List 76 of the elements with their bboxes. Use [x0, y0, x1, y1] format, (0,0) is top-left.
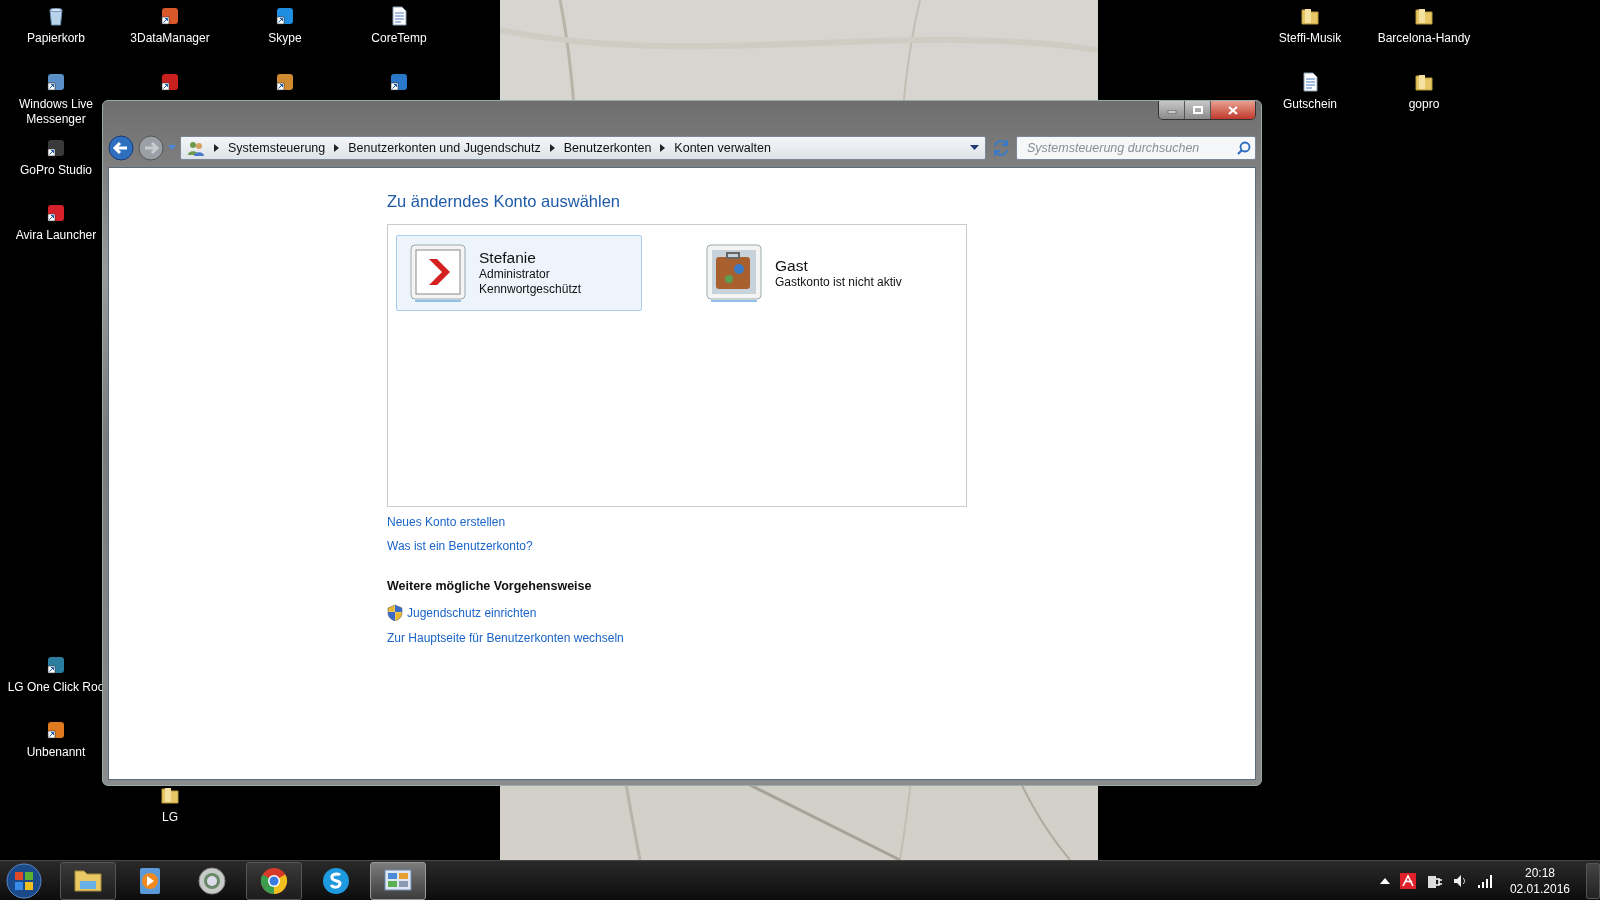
users-icon	[187, 140, 205, 156]
desktop-icon-label[interactable]: Barcelona-Handy	[1377, 31, 1471, 46]
back-button[interactable]	[108, 135, 134, 161]
taskbar-button[interactable]	[246, 861, 302, 900]
tray-expand-icon[interactable]	[1379, 877, 1390, 884]
breadcrumb-item[interactable]: Benutzerkonten und Jugendschutz	[348, 138, 541, 158]
breadcrumb-arrow-icon[interactable]	[549, 144, 555, 152]
shortcut-icon[interactable]	[389, 72, 409, 92]
account-tile[interactable]: Gast Gastkonto ist nicht aktiv	[692, 234, 938, 311]
desktop-icon-label[interactable]: Windows Live Messenger	[8, 97, 104, 127]
breadcrumb-item[interactable]: Systemsteuerung	[228, 138, 326, 158]
shortcut-icon[interactable]	[160, 6, 180, 26]
start-button[interactable]	[4, 861, 44, 900]
breadcrumb-arrow-icon[interactable]	[334, 144, 340, 152]
chevron-icon	[409, 242, 467, 303]
desktop-icon-label[interactable]: gopro	[1408, 97, 1440, 112]
desktop-icon-label[interactable]: Papierkorb	[27, 31, 85, 46]
taskbar-button[interactable]	[60, 861, 116, 900]
clock-time[interactable]: 20:18	[1509, 864, 1570, 881]
desktop-icon-label[interactable]: Avira Launcher	[15, 228, 97, 243]
document-icon[interactable]	[389, 6, 409, 26]
shield-icon	[387, 604, 403, 622]
page-heading: Zu änderndes Konto auswählen	[387, 192, 621, 212]
shortcut-icon[interactable]	[46, 203, 66, 223]
folder-icon[interactable]	[1414, 6, 1434, 26]
desktop-icon-label[interactable]: 3DataManager	[130, 31, 210, 46]
close-button[interactable]	[1211, 101, 1255, 119]
minimize-button[interactable]	[1159, 101, 1185, 119]
link[interactable]: Neues Konto erstellen	[387, 512, 506, 531]
folder-icon[interactable]	[1414, 72, 1434, 92]
document-icon[interactable]	[1300, 72, 1320, 92]
address-bar[interactable]: Systemsteuerung Benutzerkonten und Jugendschutz Benutzerkonten Konten verwalten	[180, 136, 986, 160]
recycle-bin-icon[interactable]	[46, 6, 66, 26]
account-detail: Administrator	[479, 267, 551, 283]
search-field[interactable]: Systemsteuerung durchsuchen	[1016, 136, 1256, 160]
link[interactable]: Zur Hauptseite für Benutzerkonten wechseln	[387, 628, 624, 647]
link[interactable]: Jugendschutz einrichten	[407, 603, 537, 622]
shortcut-icon[interactable]	[275, 72, 295, 92]
account-detail: Gastkonto ist nicht aktiv	[775, 274, 902, 290]
breadcrumb-item[interactable]: Benutzerkonten	[563, 138, 652, 158]
desktop-icon-label[interactable]: Gutschein	[1283, 97, 1337, 112]
maximize-button[interactable]	[1185, 101, 1211, 119]
desktop-icon-label[interactable]: LG	[162, 810, 178, 825]
desktop-icon-label[interactable]: Unbenannt	[26, 745, 86, 760]
shortcut-icon[interactable]	[46, 72, 66, 92]
breadcrumb-item[interactable]: Konten verwalten	[674, 138, 771, 158]
shortcut-icon[interactable]	[46, 138, 66, 158]
folder-icon[interactable]	[1300, 6, 1320, 26]
clock-date[interactable]: 02.01.2016	[1509, 880, 1570, 897]
desktop-icon-label[interactable]: GoPro Studio	[19, 163, 92, 178]
account-name: Gast	[775, 255, 809, 275]
disc-icon	[196, 864, 228, 897]
forward-button[interactable]	[138, 135, 164, 161]
shortcut-icon[interactable]	[46, 720, 66, 740]
close-icon	[1228, 105, 1238, 115]
shortcut-icon[interactable]	[160, 72, 180, 92]
link[interactable]: Was ist ein Benutzerkonto?	[387, 536, 533, 555]
taskbar-button[interactable]	[370, 861, 426, 900]
folder-icon[interactable]	[160, 785, 180, 805]
shortcut-icon[interactable]	[275, 6, 295, 26]
account-name: Stefanie	[479, 248, 537, 268]
account-tile[interactable]: Stefanie Administrator Kennwortgeschützt	[396, 234, 642, 311]
desktop-icon-label[interactable]: CoreTemp	[371, 31, 427, 46]
section-title: Weitere mögliche Vorgehensweise	[387, 577, 593, 595]
desktop-icon-label[interactable]: Steffi-Musik	[1278, 31, 1342, 46]
desktop-icon-label[interactable]: Skype	[268, 31, 302, 46]
breadcrumb-arrow-icon[interactable]	[214, 144, 219, 152]
signal-icon[interactable]	[1477, 873, 1494, 888]
shortcut-icon[interactable]	[46, 655, 66, 675]
search-icon[interactable]	[1237, 141, 1251, 155]
umbrella-icon[interactable]	[1399, 872, 1416, 889]
account-detail: Kennwortgeschützt	[479, 282, 582, 298]
breadcrumb-arrow-icon[interactable]	[660, 144, 666, 152]
dropdown-icon[interactable]	[970, 145, 979, 151]
suitcase-icon	[705, 242, 763, 303]
maximize-icon	[1192, 106, 1203, 114]
